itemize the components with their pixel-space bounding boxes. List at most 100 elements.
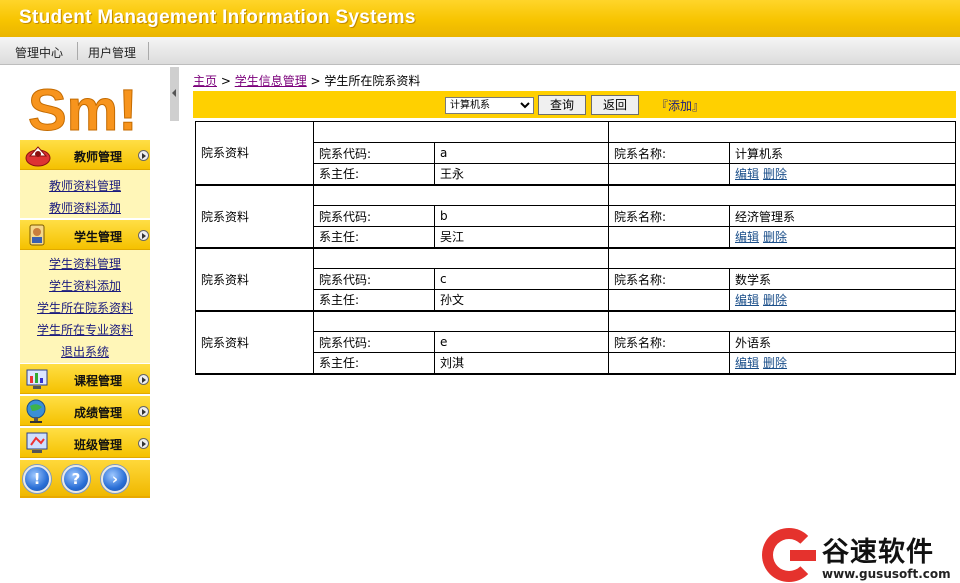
actions-cell: 编辑 删除 <box>729 163 956 186</box>
breadcrumb-current: 学生所在院系资料 <box>324 74 421 88</box>
empty-cell <box>608 247 956 269</box>
query-button[interactable]: 查询 <box>538 95 586 115</box>
head-label: 系主任: <box>313 352 435 375</box>
nav-admin-center[interactable]: 管理中心 <box>15 44 63 61</box>
row-label-cell: 院系资料 <box>195 247 314 312</box>
menu-label: 课程管理 <box>74 374 123 388</box>
code-label: 院系代码: <box>313 205 435 227</box>
sidebar-bottom-bar: ! ? › <box>20 460 150 498</box>
delete-link[interactable]: 删除 <box>763 230 787 244</box>
menu-class-management[interactable]: 班级管理 <box>20 428 150 458</box>
sub-item-student-manage[interactable]: 学生资料管理 <box>20 255 150 272</box>
logo: Sm! <box>28 78 139 137</box>
head-label: 系主任: <box>313 289 435 312</box>
sidebar-collapse-handle[interactable] <box>170 67 179 121</box>
delete-link[interactable]: 删除 <box>763 293 787 307</box>
head-label: 系主任: <box>313 163 435 186</box>
breadcrumb-section-link[interactable]: 学生信息管理 <box>235 74 307 88</box>
menu-teacher-management[interactable]: 教师管理 <box>20 140 150 170</box>
name-value: 经济管理系 <box>729 205 956 227</box>
expand-arrow-icon[interactable] <box>138 230 149 241</box>
sub-item-student-add[interactable]: 学生资料添加 <box>20 277 150 294</box>
menu-label: 教师管理 <box>74 150 123 164</box>
course-icon <box>26 369 48 389</box>
empty-cell <box>608 184 956 206</box>
breadcrumb-separator: > <box>306 74 325 88</box>
code-value: c <box>434 268 609 290</box>
edit-link[interactable]: 编辑 <box>735 167 759 181</box>
head-value: 刘淇 <box>434 352 609 375</box>
code-label: 院系代码: <box>313 142 435 164</box>
back-button[interactable]: 返回 <box>591 95 639 115</box>
head-value: 孙文 <box>434 289 609 312</box>
logo-text: Sm! <box>28 78 138 136</box>
code-value: b <box>434 205 609 227</box>
app-title: Student Management Information Systems <box>19 7 416 28</box>
row-label-cell: 院系资料 <box>195 310 314 375</box>
edit-link[interactable]: 编辑 <box>735 293 759 307</box>
edit-link[interactable]: 编辑 <box>735 230 759 244</box>
name-value: 计算机系 <box>729 142 956 164</box>
sub-item-student-major[interactable]: 学生所在专业资料 <box>20 321 150 338</box>
menu-label: 成绩管理 <box>74 406 123 420</box>
menu-student-management[interactable]: 学生管理 <box>20 220 150 250</box>
head-value: 王永 <box>434 163 609 186</box>
next-icon[interactable]: › <box>101 465 129 493</box>
table-row: 院系资料 <box>195 247 956 312</box>
empty-cell <box>313 121 609 143</box>
empty-cell <box>608 310 956 332</box>
expand-arrow-icon[interactable] <box>138 150 149 161</box>
breadcrumb-separator: > <box>217 74 235 88</box>
actions-cell: 编辑 删除 <box>729 352 956 375</box>
help-icon[interactable]: ? <box>62 465 90 493</box>
submenu-teacher: 教师资料管理 教师资料添加 <box>20 170 150 218</box>
watermark-name: 谷速软件 <box>822 537 934 568</box>
name-label: 院系名称: <box>608 205 730 227</box>
row-label-cell: 院系资料 <box>195 184 314 249</box>
expand-arrow-icon[interactable] <box>138 438 149 449</box>
nav-divider <box>77 42 78 60</box>
menu-grade-management[interactable]: 成绩管理 <box>20 396 150 426</box>
toolbar: 计算机系 查询 返回 『添加』 <box>193 91 956 118</box>
department-select[interactable]: 计算机系 <box>445 97 534 114</box>
submenu-student: 学生资料管理 学生资料添加 学生所在院系资料 学生所在专业资料 退出系统 <box>20 250 150 363</box>
empty-cell <box>313 310 609 332</box>
code-value: e <box>434 331 609 353</box>
sub-item-student-department[interactable]: 学生所在院系资料 <box>20 299 150 316</box>
sub-item-teacher-add[interactable]: 教师资料添加 <box>20 199 150 216</box>
add-link[interactable]: 『添加』 <box>656 97 704 114</box>
empty-cell <box>608 226 730 249</box>
name-value: 数学系 <box>729 268 956 290</box>
watermark-url: www.gususoft.com <box>822 567 951 581</box>
empty-cell <box>313 184 609 206</box>
menu-course-management[interactable]: 课程管理 <box>20 364 150 394</box>
brand-logo-bar <box>790 550 816 561</box>
code-label: 院系代码: <box>313 268 435 290</box>
expand-arrow-icon[interactable] <box>138 406 149 417</box>
class-icon <box>26 432 48 453</box>
name-label: 院系名称: <box>608 331 730 353</box>
empty-cell <box>608 163 730 186</box>
menu-label: 学生管理 <box>74 230 123 244</box>
expand-arrow-icon[interactable] <box>138 374 149 385</box>
nav-user-management[interactable]: 用户管理 <box>88 44 136 61</box>
sub-item-logout[interactable]: 退出系统 <box>20 343 150 360</box>
edit-link[interactable]: 编辑 <box>735 356 759 370</box>
name-value: 外语系 <box>729 331 956 353</box>
sidebar: Sm! 教师管理 教师资料管理 教师资料添加 学生管理 学生资料管理 学生资料添… <box>20 70 150 498</box>
empty-cell <box>313 247 609 269</box>
info-icon[interactable]: ! <box>23 465 51 493</box>
delete-link[interactable]: 删除 <box>763 356 787 370</box>
breadcrumb-home-link[interactable]: 主页 <box>193 74 217 88</box>
app-header: Student Management Information Systems <box>0 0 960 37</box>
breadcrumb: 主页 > 学生信息管理 > 学生所在院系资料 <box>193 72 420 89</box>
delete-link[interactable]: 删除 <box>763 167 787 181</box>
actions-cell: 编辑 删除 <box>729 289 956 312</box>
sub-item-teacher-manage[interactable]: 教师资料管理 <box>20 177 150 194</box>
teacher-icon <box>25 146 51 167</box>
watermark-logo: 谷速软件 www.gususoft.com <box>762 528 960 583</box>
empty-cell <box>608 289 730 312</box>
table-row: 院系资料 <box>195 184 956 249</box>
table-row: 院系资料 <box>195 310 956 375</box>
nav-divider <box>148 42 149 60</box>
